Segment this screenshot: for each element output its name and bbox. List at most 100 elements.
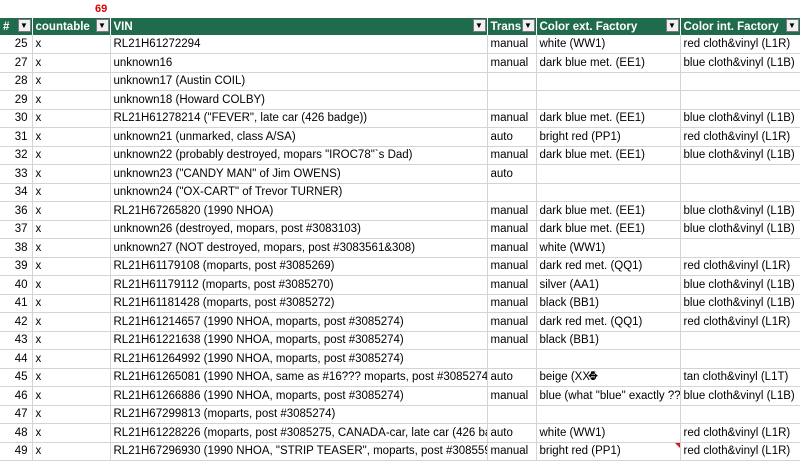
table-row[interactable]: 34 x unknown24 ("OX-CART" of Trevor TURNER… — [0, 183, 800, 202]
table-row[interactable]: 29 x unknown18 (Howard COLBY) — [0, 90, 800, 110]
col-header-trans[interactable]: Trans ▼ — [487, 18, 537, 35]
cell-color-int[interactable]: blue cloth&vinyl (L1B) — [680, 53, 800, 73]
table-row[interactable]: 36 x RL21H67265820 (1990 NHOA) manual dark b… — [0, 201, 800, 221]
cell-number[interactable]: 28 — [0, 72, 33, 91]
cell-color-ext[interactable]: dark blue met. (EE1) — [536, 201, 681, 221]
cell-number[interactable]: 48 — [0, 423, 33, 443]
cell-vin[interactable]: RL21H61272294 — [110, 35, 488, 54]
cell-color-ext[interactable]: dark blue met. (EE1) — [536, 220, 681, 239]
cell-number[interactable]: 31 — [0, 127, 33, 147]
cell-number[interactable]: 36 — [0, 201, 33, 221]
cell-color-ext[interactable] — [536, 164, 681, 184]
cell-number[interactable]: 46 — [0, 386, 33, 406]
cell-vin[interactable]: RL21H61221638 (1990 NHOA, moparts, post … — [110, 331, 488, 350]
cell-countable[interactable]: x — [32, 109, 111, 128]
cell-number[interactable]: 37 — [0, 220, 33, 239]
cell-countable[interactable]: x — [32, 220, 111, 239]
cell-countable[interactable]: x — [32, 312, 111, 332]
cell-color-ext[interactable]: silver (AA1) — [536, 275, 681, 295]
cell-color-ext[interactable]: dark red met. (QQ1) — [536, 312, 681, 332]
cell-number[interactable]: 34 — [0, 183, 33, 202]
cell-countable[interactable]: x — [32, 127, 111, 147]
cell-trans[interactable]: manual — [487, 257, 537, 276]
cell-trans[interactable]: manual — [487, 35, 537, 54]
cell-vin[interactable]: RL21H61228226 (moparts, post #3085275, C… — [110, 423, 488, 443]
cell-vin[interactable]: unknown18 (Howard COLBY) — [110, 90, 488, 110]
cell-color-ext[interactable]: blue (what "blue" exactly ?? — [536, 386, 681, 406]
cell-trans[interactable]: manual — [487, 386, 537, 406]
col-header-vin[interactable]: VIN ▼ — [110, 18, 488, 35]
table-row[interactable]: 37 x unknown26 (destroyed, mopars, post #3… — [0, 220, 800, 239]
cell-countable[interactable]: x — [32, 423, 111, 443]
cell-trans[interactable]: manual — [487, 53, 537, 73]
cell-color-int[interactable]: blue cloth&vinyl (L1B) — [680, 386, 800, 406]
cell-color-ext[interactable]: beige (XX5 — [536, 368, 681, 387]
table-row[interactable]: 33 x unknown23 ("CANDY MAN" of Jim OWENS) a… — [0, 164, 800, 184]
cell-trans[interactable]: auto — [487, 423, 537, 443]
cell-color-int[interactable] — [680, 405, 800, 424]
cell-trans[interactable]: manual — [487, 146, 537, 165]
cell-color-ext[interactable]: dark blue met. (EE1) — [536, 146, 681, 165]
cell-color-int[interactable]: blue cloth&vinyl (L1B) — [680, 201, 800, 221]
cell-color-ext[interactable] — [536, 72, 681, 91]
table-row[interactable]: 42 x RL21H61214657 (1990 NHOA, moparts, po… — [0, 312, 800, 332]
cell-trans[interactable]: manual — [487, 442, 537, 461]
cell-vin[interactable]: unknown24 ("OX-CART" of Trevor TURNER) — [110, 183, 488, 202]
cell-trans[interactable]: manual — [487, 220, 537, 239]
cell-color-int[interactable] — [680, 72, 800, 91]
cell-trans[interactable]: manual — [487, 275, 537, 295]
cell-color-int[interactable] — [680, 331, 800, 350]
col-header-color-int[interactable]: Color int. Factory ▼ — [680, 18, 800, 35]
filter-dropdown-icon[interactable]: ▼ — [472, 19, 486, 32]
table-row[interactable]: 46 x RL21H61266886 (1990 NHOA, moparts, po… — [0, 386, 800, 406]
cell-countable[interactable]: x — [32, 201, 111, 221]
cell-countable[interactable]: x — [32, 331, 111, 350]
col-header-countable[interactable]: countable ▼ — [32, 18, 111, 35]
cell-countable[interactable]: x — [32, 405, 111, 424]
cell-number[interactable]: 39 — [0, 257, 33, 276]
cell-number[interactable]: 33 — [0, 164, 33, 184]
cell-trans[interactable] — [487, 90, 537, 110]
cell-color-int[interactable]: red cloth&vinyl (L1R) — [680, 423, 800, 443]
cell-color-ext[interactable]: dark blue met. (EE1) — [536, 109, 681, 128]
table-row[interactable]: 39 x RL21H61179108 (moparts, post #3085269… — [0, 257, 800, 276]
cell-color-int[interactable]: blue cloth&vinyl (L1B) — [680, 109, 800, 128]
cell-color-int[interactable]: blue cloth&vinyl (L1B) — [680, 294, 800, 313]
cell-countable[interactable]: x — [32, 275, 111, 295]
cell-vin[interactable]: RL21H67296930 (1990 NHOA, "STRIP TEASER"… — [110, 442, 488, 461]
cell-number[interactable]: 29 — [0, 90, 33, 110]
cell-color-ext[interactable] — [536, 183, 681, 202]
cell-vin[interactable]: unknown21 (unmarked, class A/SA) — [110, 127, 488, 147]
cell-vin[interactable]: RL21H61264992 (1990 NHOA, moparts, post … — [110, 349, 488, 369]
table-row[interactable]: 27 x unknown16 manual dark blue met. (EE1) bl… — [0, 53, 800, 73]
cell-color-ext[interactable]: white (WW1) — [536, 35, 681, 54]
cell-number[interactable]: 41 — [0, 294, 33, 313]
cell-color-ext[interactable]: white (WW1) — [536, 423, 681, 443]
filter-dropdown-icon[interactable]: ▼ — [665, 19, 679, 32]
cell-color-ext[interactable] — [536, 90, 681, 110]
table-row[interactable]: 40 x RL21H61179112 (moparts, post #3085270… — [0, 275, 800, 295]
cell-number[interactable]: 30 — [0, 109, 33, 128]
cell-number[interactable]: 43 — [0, 331, 33, 350]
cell-vin[interactable]: unknown17 (Austin COIL) — [110, 72, 488, 91]
cell-countable[interactable]: x — [32, 442, 111, 461]
cell-trans[interactable] — [487, 72, 537, 91]
cell-vin[interactable]: unknown26 (destroyed, mopars, post #3083… — [110, 220, 488, 239]
cell-color-int[interactable]: blue cloth&vinyl (L1B) — [680, 220, 800, 239]
table-row[interactable]: 38 x unknown27 (NOT destroyed, mopars, pos… — [0, 238, 800, 258]
cell-number[interactable]: 25 — [0, 35, 33, 54]
table-row[interactable]: 49 x RL21H67296930 (1990 NHOA, "STRIP TEAS… — [0, 442, 800, 461]
cell-color-int[interactable]: red cloth&vinyl (L1R) — [680, 35, 800, 54]
cell-trans[interactable]: auto — [487, 127, 537, 147]
cell-number[interactable]: 27 — [0, 53, 33, 73]
table-row[interactable]: 44 x RL21H61264992 (1990 NHOA, moparts, po… — [0, 349, 800, 369]
cell-vin[interactable]: RL21H61181428 (moparts, post #3085272) — [110, 294, 488, 313]
cell-color-int[interactable] — [680, 349, 800, 369]
table-row[interactable]: 43 x RL21H61221638 (1990 NHOA, moparts, po… — [0, 331, 800, 350]
table-row[interactable]: 41 x RL21H61181428 (moparts, post #3085272… — [0, 294, 800, 313]
col-header-number[interactable]: # ▼ — [0, 18, 33, 35]
table-row[interactable]: 32 x unknown22 (probably destroyed, mopars… — [0, 146, 800, 165]
cell-trans[interactable]: manual — [487, 331, 537, 350]
cell-color-int[interactable]: tan cloth&vinyl (L1T) — [680, 368, 800, 387]
cell-vin[interactable]: RL21H61278214 ("FEVER", late car (426 ba… — [110, 109, 488, 128]
